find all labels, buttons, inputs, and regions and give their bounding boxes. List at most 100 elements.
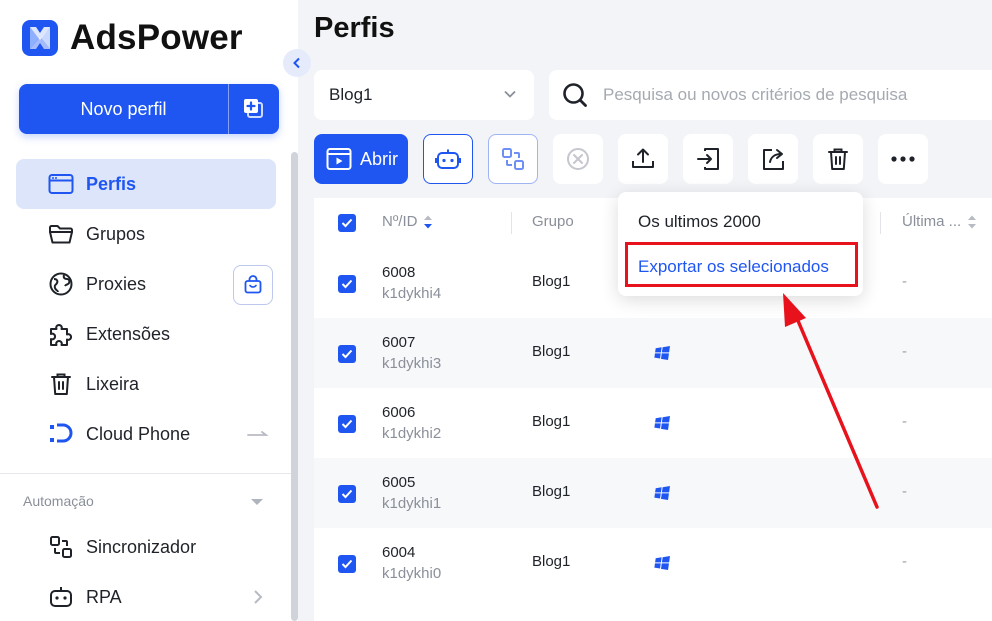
sidebar-scrollbar[interactable] bbox=[291, 152, 298, 621]
search-input[interactable]: Pesquisa ou novos critérios de pesquisa bbox=[549, 70, 992, 120]
select-all-checkbox[interactable] bbox=[338, 214, 356, 232]
export-button[interactable] bbox=[618, 134, 668, 184]
rpa-button[interactable] bbox=[423, 134, 473, 184]
table-row[interactable]: 6006 k1dykhi2 Blog1 - bbox=[314, 388, 992, 458]
share-button[interactable] bbox=[748, 134, 798, 184]
column-header-label: Nº/ID bbox=[382, 213, 418, 230]
sidebar-item-label: Lixeira bbox=[86, 373, 140, 394]
sidebar-item-label: Sincronizador bbox=[86, 536, 197, 557]
table-row[interactable]: 6007 k1dykhi3 Blog1 - bbox=[314, 318, 992, 388]
group-select-value: Blog1 bbox=[329, 85, 373, 104]
row-checkbox[interactable] bbox=[338, 415, 356, 433]
sync-icon bbox=[502, 148, 524, 170]
adspower-logo-icon bbox=[22, 20, 58, 56]
sync-icon bbox=[47, 533, 75, 561]
sort-icon bbox=[424, 215, 433, 228]
profile-id: k1dykhi3 bbox=[382, 355, 442, 372]
column-header-label: Grupo bbox=[532, 213, 574, 230]
menu-item-last-2000[interactable]: Os ultimos 2000 bbox=[638, 212, 761, 232]
row-checkbox[interactable] bbox=[338, 555, 356, 573]
table-row[interactable]: 6005 k1dykhi1 Blog1 - bbox=[314, 458, 992, 528]
sidebar-item-extensoes[interactable]: Extensões bbox=[16, 309, 276, 359]
sidebar-item-label: Perfis bbox=[86, 173, 137, 194]
profile-last-open: - bbox=[902, 343, 907, 360]
collapse-sidebar-button[interactable] bbox=[283, 49, 311, 77]
browser-window-icon bbox=[47, 170, 75, 198]
batch-create-button[interactable] bbox=[229, 84, 279, 134]
open-button[interactable]: Abrir bbox=[314, 134, 408, 184]
profile-group: Blog1 bbox=[532, 413, 571, 430]
check-icon bbox=[341, 419, 353, 429]
puzzle-icon bbox=[47, 320, 75, 348]
share-icon bbox=[763, 149, 784, 170]
new-profile-button[interactable]: Novo perfil bbox=[19, 84, 228, 134]
row-checkbox[interactable] bbox=[338, 275, 356, 293]
profile-id: k1dykhi4 bbox=[382, 285, 442, 302]
new-profile-button-group: Novo perfil bbox=[19, 84, 279, 134]
sidebar-item-perfis[interactable]: Perfis bbox=[16, 159, 276, 209]
column-header-last[interactable]: Última ... bbox=[902, 213, 977, 230]
column-header-group[interactable]: Grupo bbox=[532, 213, 574, 230]
column-header-label: Última ... bbox=[902, 213, 962, 230]
caret-down-icon[interactable] bbox=[251, 499, 263, 505]
sidebar-item-rpa[interactable]: RPA bbox=[16, 572, 276, 621]
open-button-label: Abrir bbox=[360, 148, 399, 169]
chevron-right-icon bbox=[254, 590, 263, 604]
folder-icon bbox=[47, 220, 75, 248]
check-icon bbox=[341, 559, 353, 569]
profile-number: 6006 bbox=[382, 404, 416, 421]
windows-icon bbox=[654, 346, 670, 365]
profile-group: Blog1 bbox=[532, 483, 571, 500]
column-divider bbox=[511, 212, 512, 234]
sidebar-item-grupos[interactable]: Grupos bbox=[16, 209, 276, 259]
profile-group: Blog1 bbox=[532, 553, 571, 570]
sidebar-divider bbox=[0, 473, 291, 474]
close-profiles-button[interactable] bbox=[553, 134, 603, 184]
app-name: AdsPower bbox=[70, 18, 243, 57]
sidebar-item-label: Grupos bbox=[86, 223, 146, 244]
column-divider bbox=[880, 212, 881, 234]
column-header-id[interactable]: Nº/ID bbox=[382, 213, 433, 230]
search-icon bbox=[563, 83, 587, 107]
sync-button[interactable] bbox=[488, 134, 538, 184]
profile-number: 6004 bbox=[382, 544, 416, 561]
profile-group: Blog1 bbox=[532, 343, 571, 360]
profile-group: Blog1 bbox=[532, 273, 571, 290]
arrow-right-icon bbox=[247, 431, 269, 436]
windows-icon bbox=[654, 486, 670, 505]
sidebar-item-label: Cloud Phone bbox=[86, 423, 191, 444]
profile-id-cell: 6008 k1dykhi4 bbox=[382, 262, 441, 304]
trash-icon bbox=[47, 370, 75, 398]
delete-button[interactable] bbox=[813, 134, 863, 184]
profile-id-cell: 6006 k1dykhi2 bbox=[382, 402, 441, 444]
profile-last-open: - bbox=[902, 483, 907, 500]
cloud-phone-icon bbox=[47, 420, 75, 448]
profile-id: k1dykhi0 bbox=[382, 565, 442, 582]
play-window-icon bbox=[326, 148, 352, 170]
robot-icon bbox=[435, 149, 461, 169]
check-icon bbox=[341, 279, 353, 289]
check-icon bbox=[341, 489, 353, 499]
sidebar-item-label: RPA bbox=[86, 586, 122, 607]
proxy-shop-button[interactable] bbox=[233, 265, 273, 305]
profile-last-open: - bbox=[902, 553, 907, 570]
app-window: AdsPower Novo perfil Perfis Grupos Proxi… bbox=[0, 0, 992, 621]
more-button[interactable] bbox=[878, 134, 928, 184]
profile-id: k1dykhi2 bbox=[382, 425, 442, 442]
add-copy-icon bbox=[244, 99, 263, 118]
chevron-left-icon bbox=[293, 57, 300, 69]
upload-icon bbox=[632, 148, 654, 168]
group-select[interactable]: Blog1 bbox=[314, 70, 534, 120]
chevron-down-icon bbox=[504, 90, 516, 98]
row-checkbox[interactable] bbox=[338, 345, 356, 363]
sidebar-item-lixeira[interactable]: Lixeira bbox=[16, 359, 276, 409]
row-checkbox[interactable] bbox=[338, 485, 356, 503]
more-icon bbox=[891, 156, 915, 162]
table-row[interactable]: 6004 k1dykhi0 Blog1 - bbox=[314, 528, 992, 598]
profile-number: 6005 bbox=[382, 474, 416, 491]
import-button[interactable] bbox=[683, 134, 733, 184]
check-icon bbox=[341, 349, 353, 359]
globe-icon bbox=[47, 270, 75, 298]
sidebar-item-sincronizador[interactable]: Sincronizador bbox=[16, 522, 276, 572]
sidebar-item-cloud-phone[interactable]: Cloud Phone bbox=[16, 409, 276, 459]
